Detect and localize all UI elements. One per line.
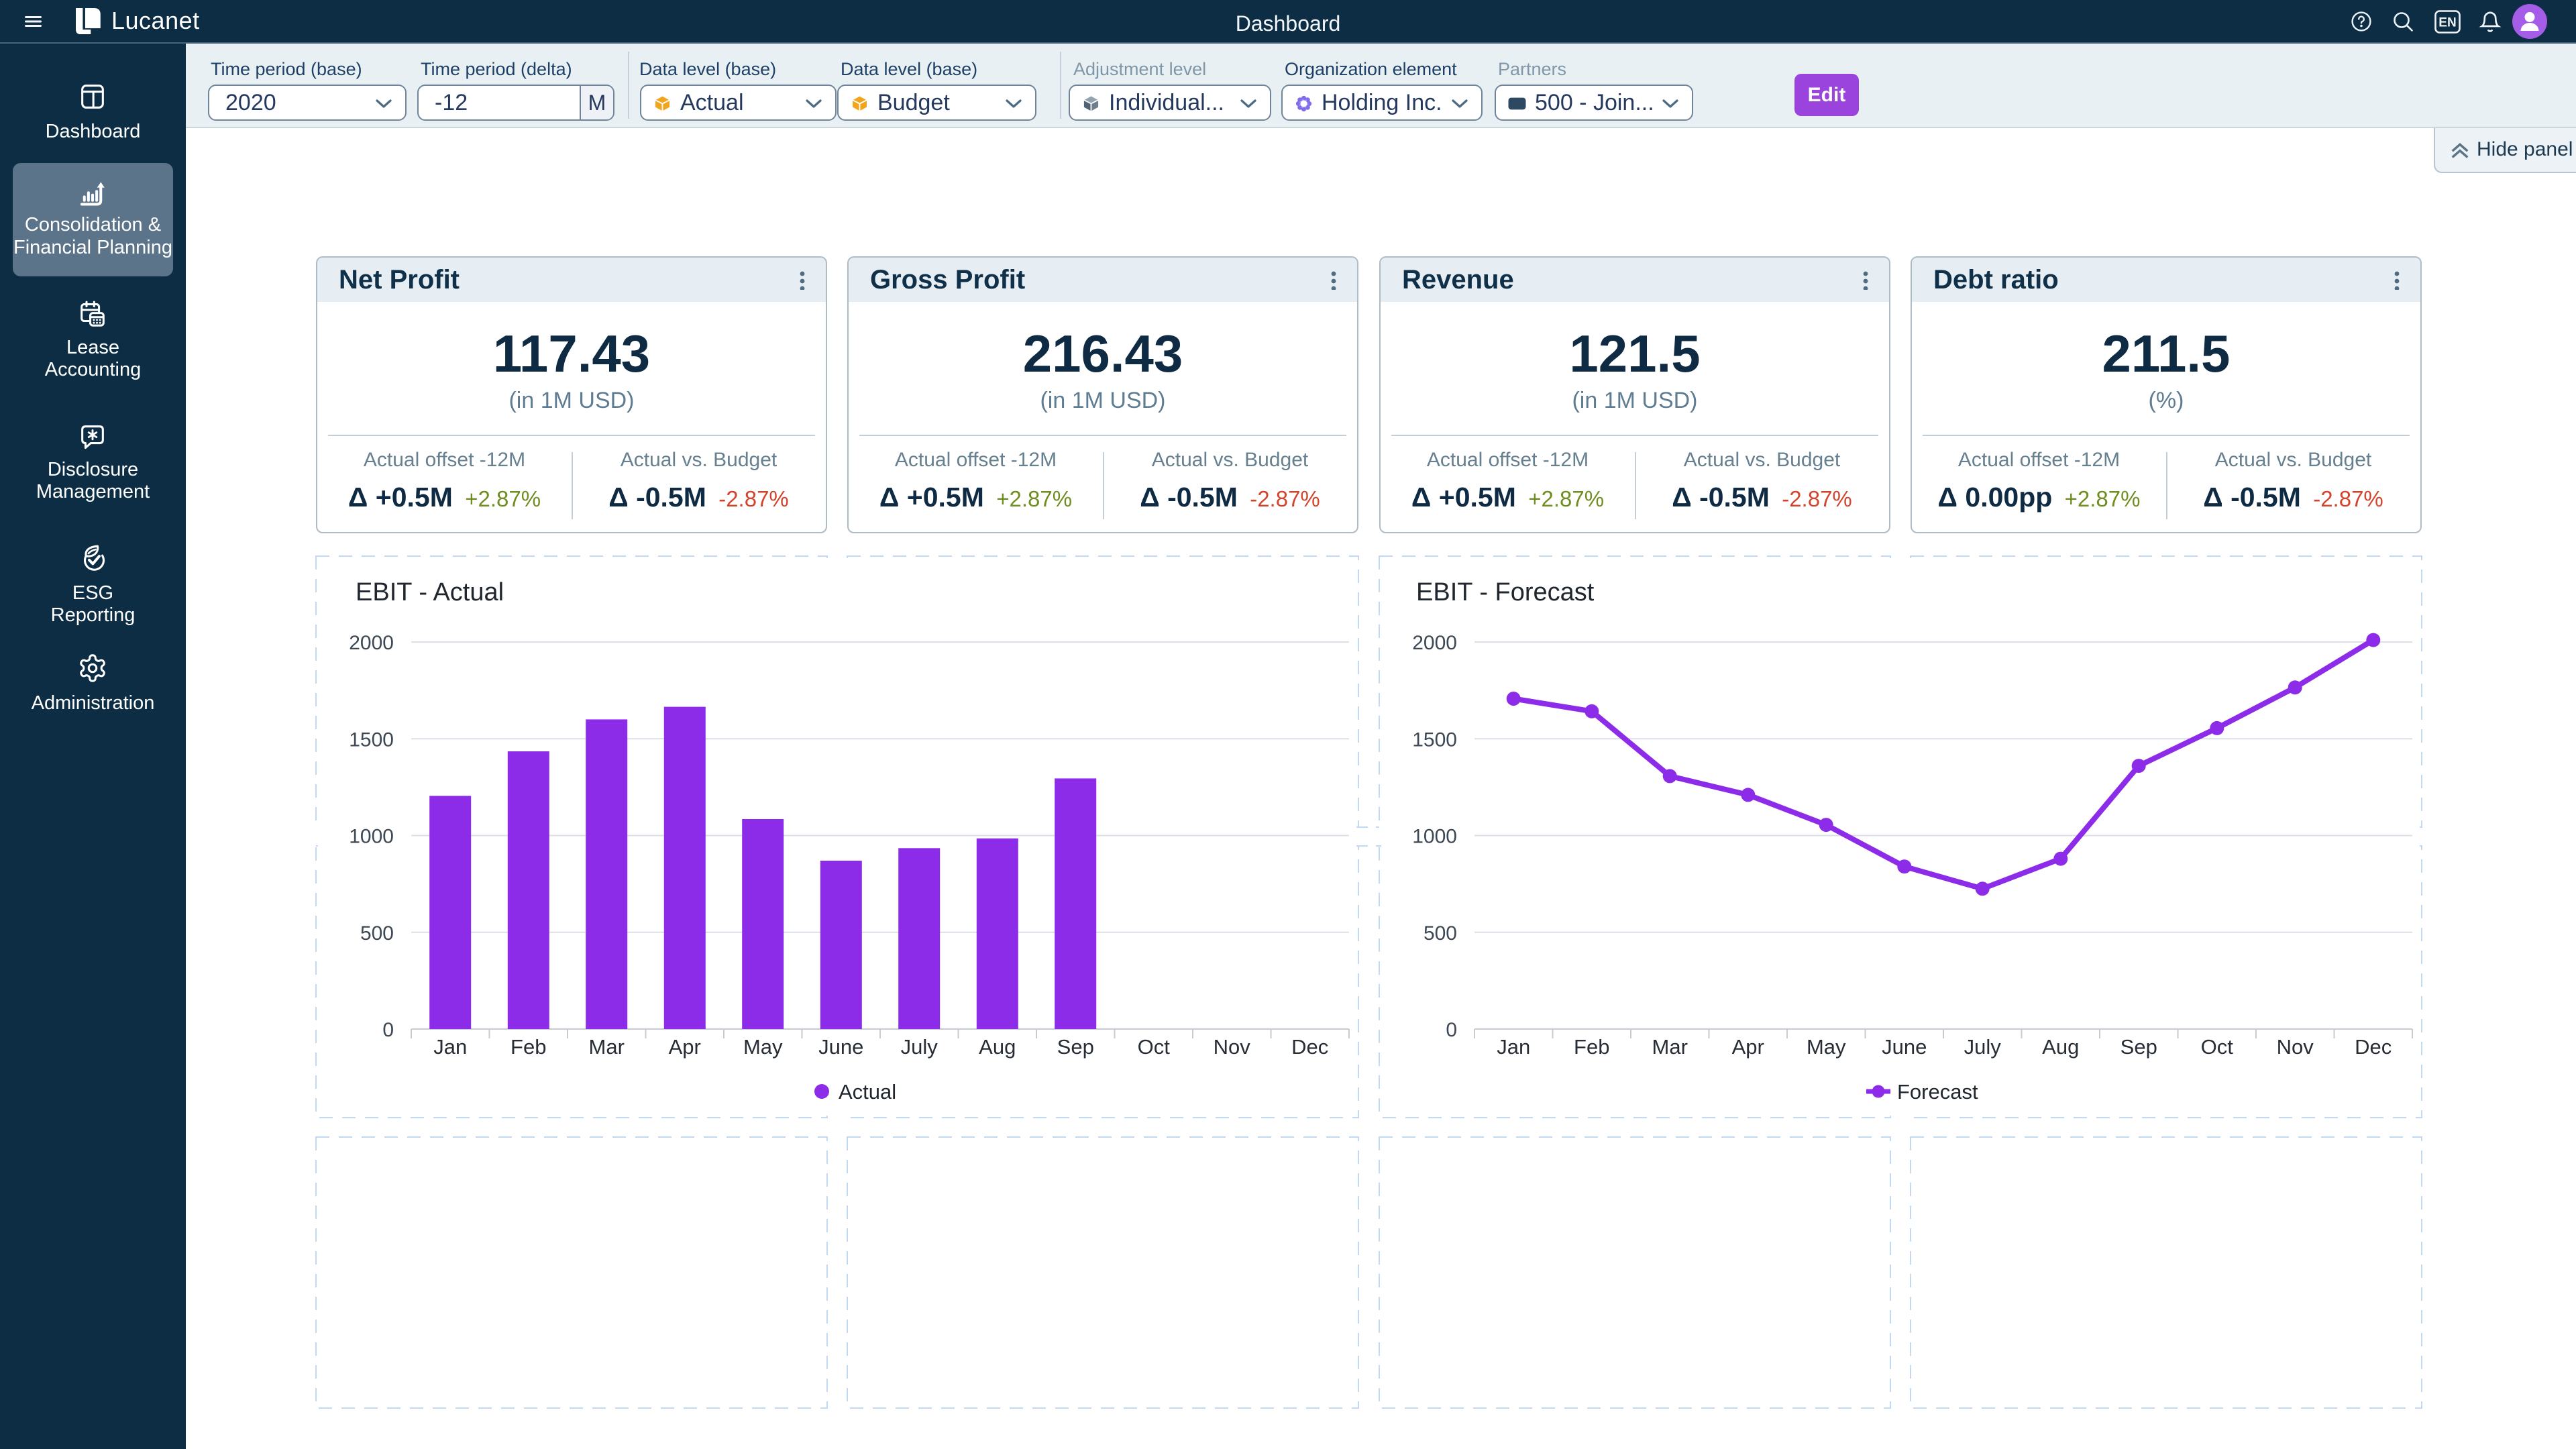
- svg-text:Aug: Aug: [979, 1035, 1016, 1059]
- svg-text:Oct: Oct: [1138, 1035, 1171, 1059]
- svg-text:June: June: [818, 1035, 863, 1059]
- svg-text:Forecast: Forecast: [1897, 1080, 1978, 1104]
- svg-text:Sep: Sep: [2121, 1035, 2157, 1059]
- svg-text:Apr: Apr: [669, 1035, 701, 1059]
- svg-text:1000: 1000: [349, 826, 394, 848]
- svg-text:EBIT - Actual: EBIT - Actual: [356, 578, 504, 606]
- svg-text:July: July: [1964, 1035, 2002, 1059]
- svg-text:2000: 2000: [1412, 632, 1457, 654]
- svg-text:1000: 1000: [1412, 826, 1457, 848]
- svg-text:May: May: [743, 1035, 783, 1059]
- svg-text:Mar: Mar: [589, 1035, 625, 1059]
- svg-text:Jan: Jan: [1497, 1035, 1530, 1059]
- svg-text:EN: EN: [2438, 16, 2456, 30]
- svg-text:July: July: [901, 1035, 938, 1059]
- svg-text:Actual: Actual: [839, 1080, 896, 1104]
- svg-text:500: 500: [360, 922, 394, 945]
- svg-text:Feb: Feb: [1574, 1035, 1609, 1059]
- svg-text:0: 0: [1446, 1019, 1457, 1041]
- svg-text:EBIT - Forecast: EBIT - Forecast: [1416, 578, 1595, 606]
- svg-text:Apr: Apr: [1732, 1035, 1764, 1059]
- svg-text:May: May: [1807, 1035, 1846, 1059]
- svg-text:Aug: Aug: [2042, 1035, 2079, 1059]
- svg-text:500: 500: [1424, 922, 1457, 945]
- svg-text:1500: 1500: [349, 729, 394, 751]
- svg-text:June: June: [1882, 1035, 1927, 1059]
- svg-text:0: 0: [382, 1019, 394, 1041]
- svg-text:Sep: Sep: [1057, 1035, 1094, 1059]
- svg-text:Mar: Mar: [1652, 1035, 1688, 1059]
- svg-text:Feb: Feb: [511, 1035, 546, 1059]
- svg-text:Oct: Oct: [2201, 1035, 2234, 1059]
- svg-text:2000: 2000: [349, 632, 394, 654]
- svg-text:Nov: Nov: [2277, 1035, 2314, 1059]
- svg-text:1500: 1500: [1412, 729, 1457, 751]
- svg-text:Dec: Dec: [2355, 1035, 2392, 1059]
- svg-text:Nov: Nov: [1214, 1035, 1251, 1059]
- svg-text:Jan: Jan: [433, 1035, 467, 1059]
- svg-text:Dec: Dec: [1291, 1035, 1328, 1059]
